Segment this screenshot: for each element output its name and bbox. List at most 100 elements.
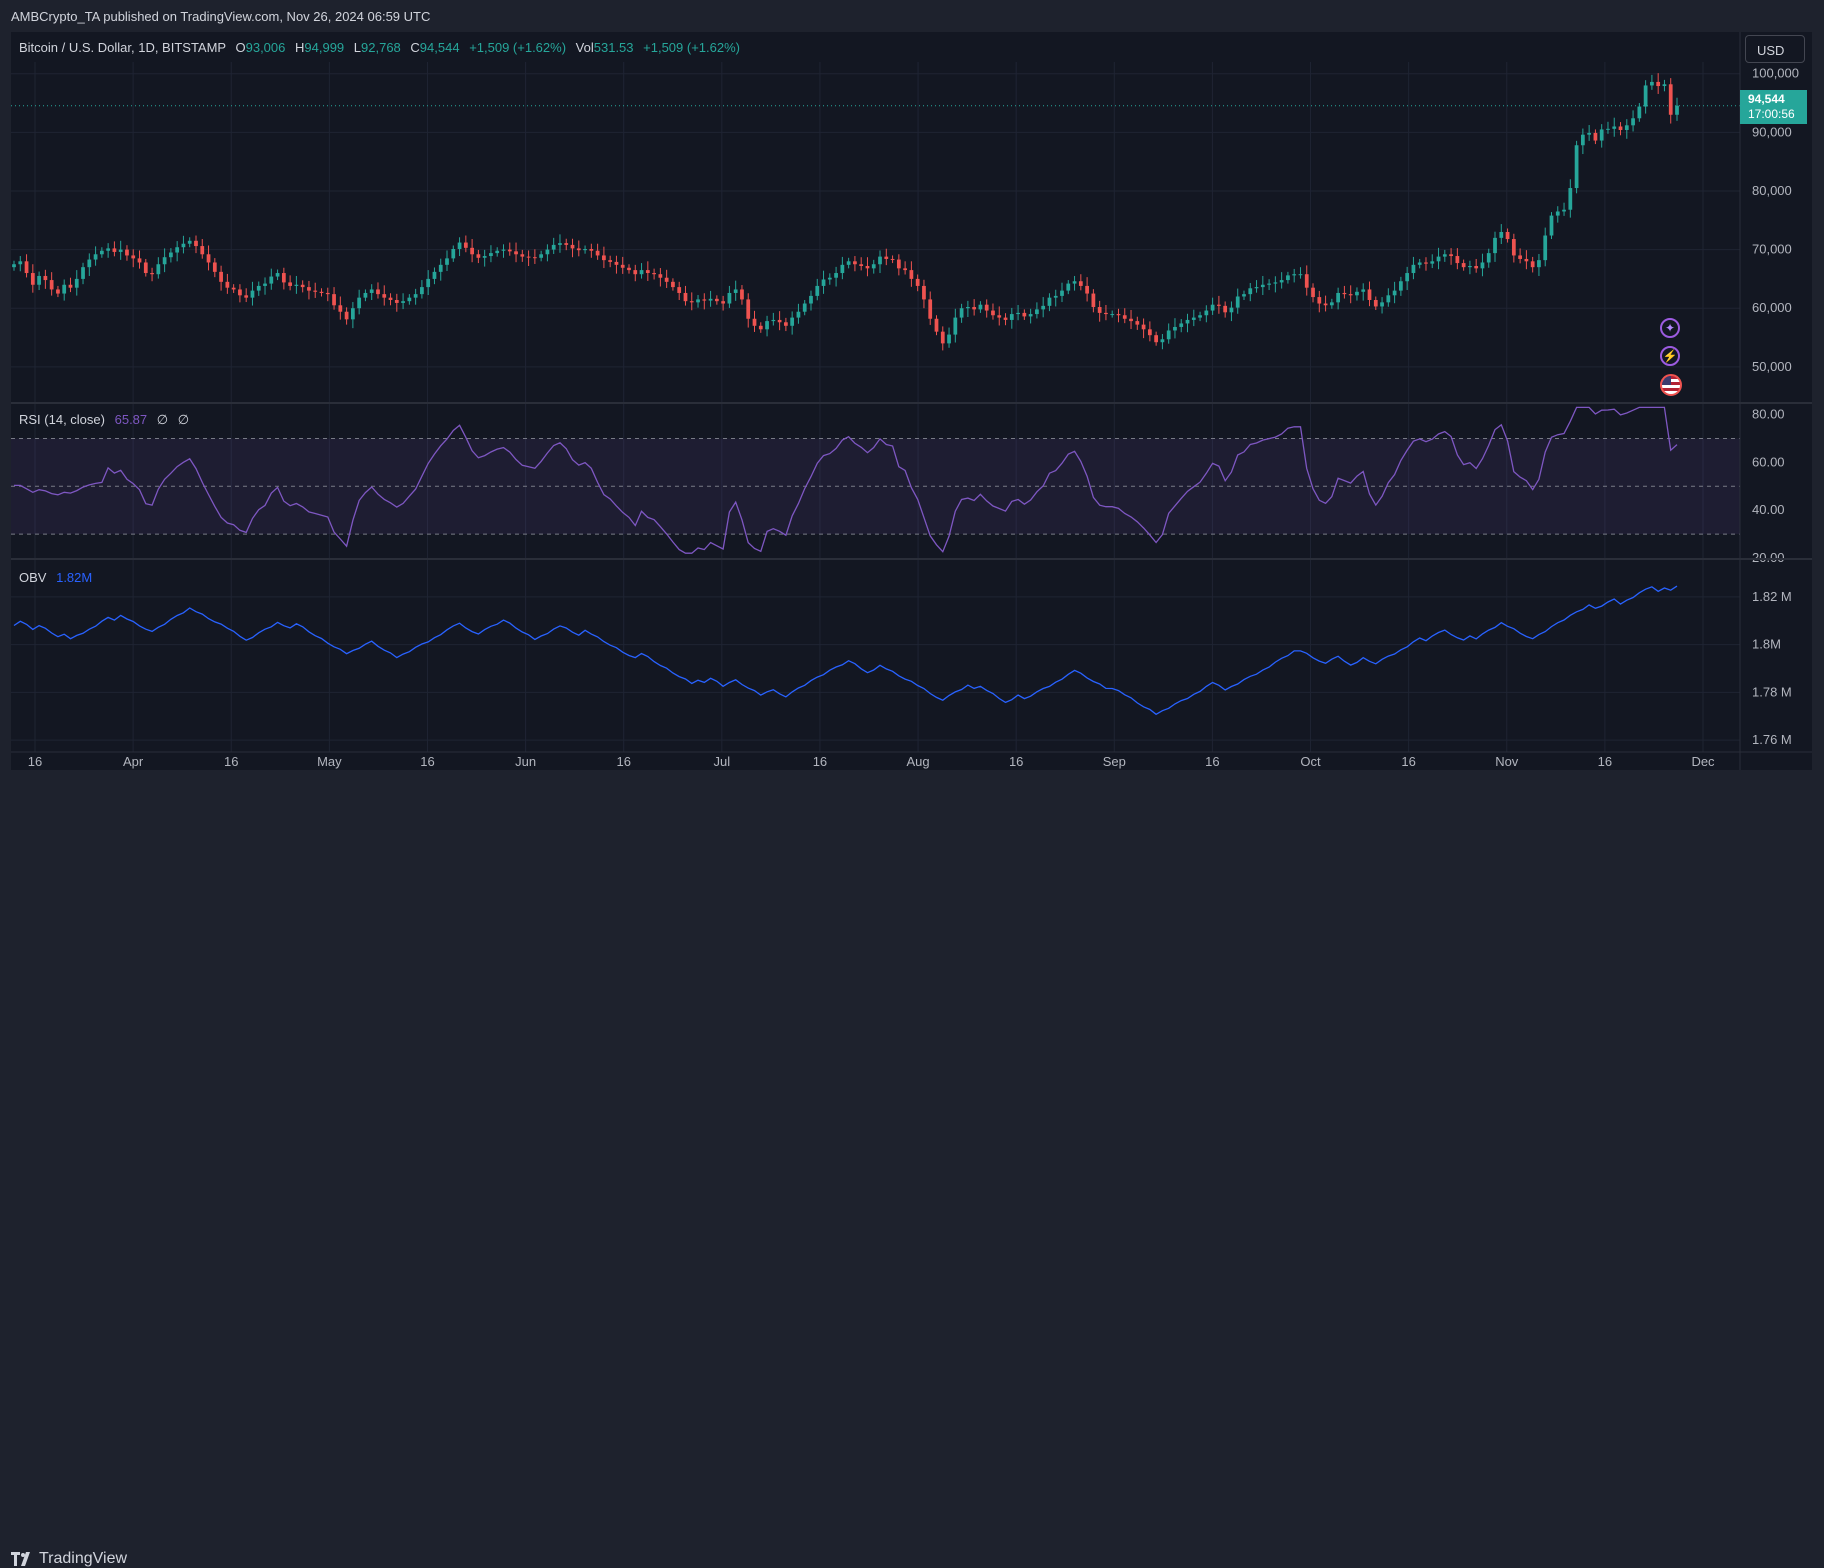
candle-body bbox=[112, 248, 117, 252]
candle-body bbox=[947, 334, 951, 344]
candle-body bbox=[1505, 232, 1510, 240]
candle-body bbox=[645, 270, 650, 274]
candle-body bbox=[1474, 266, 1479, 269]
event-icons[interactable]: ✦ ⚡ bbox=[1660, 318, 1684, 396]
rsi-tick-label: 80.00 bbox=[1752, 407, 1785, 422]
candle-body bbox=[87, 259, 92, 268]
candle-body bbox=[12, 264, 16, 268]
rsi-extra-2: ∅ bbox=[177, 412, 190, 427]
candle-body bbox=[376, 289, 380, 295]
obv-legend: OBV 1.82M bbox=[19, 570, 92, 585]
time-tick-label: 16 bbox=[1009, 754, 1023, 769]
candle-body bbox=[846, 261, 851, 265]
candle-body bbox=[1047, 297, 1052, 306]
us-flag-icon[interactable] bbox=[1660, 374, 1682, 396]
candle-body bbox=[1650, 81, 1654, 86]
candle-body bbox=[903, 268, 907, 271]
candle-body bbox=[476, 254, 481, 258]
candle-body bbox=[1656, 81, 1661, 87]
candle-body bbox=[702, 299, 707, 301]
time-tick-label: Aug bbox=[906, 754, 929, 769]
candle-body bbox=[263, 283, 267, 286]
time-tick-label: Jun bbox=[515, 754, 536, 769]
candle-body bbox=[125, 249, 129, 256]
low-value: 92,768 bbox=[361, 40, 401, 55]
candle-body bbox=[721, 301, 726, 304]
candle-body bbox=[482, 256, 487, 258]
candle-body bbox=[256, 285, 261, 291]
symbol-name: Bitcoin / U.S. Dollar, 1D, BITSTAMP bbox=[19, 40, 226, 55]
rsi-legend: RSI (14, close) 65.87 ∅ ∅ bbox=[19, 412, 189, 428]
candle-body bbox=[1260, 284, 1265, 288]
candle-body bbox=[1091, 293, 1096, 308]
candle-body bbox=[1129, 318, 1133, 322]
candle-body bbox=[332, 294, 336, 306]
candle-body bbox=[652, 273, 656, 275]
chart-svg[interactable]: 50,000 60,000 70,000 80,000 90,000 100,000 16 A… bbox=[0, 0, 1824, 809]
lightning-icon[interactable]: ⚡ bbox=[1660, 346, 1680, 366]
candle-body bbox=[1104, 312, 1108, 315]
price-tick-label: 100,000 bbox=[1752, 66, 1799, 81]
candle-body bbox=[871, 264, 876, 269]
price-tick-label: 60,000 bbox=[1752, 300, 1792, 315]
obv-line bbox=[13, 585, 1678, 716]
candle-body bbox=[156, 264, 161, 275]
high-label: H bbox=[295, 40, 305, 55]
candle-body bbox=[1537, 260, 1541, 268]
candle-body bbox=[1606, 128, 1610, 130]
candle-body bbox=[1311, 287, 1315, 298]
candle-body bbox=[175, 247, 180, 253]
candle-body bbox=[1235, 296, 1240, 308]
candle-body bbox=[1009, 314, 1014, 320]
candle-body bbox=[1204, 310, 1209, 316]
tradingview-logo[interactable]: TradingView bbox=[11, 1550, 127, 1568]
pane-separators bbox=[11, 32, 1812, 770]
currency-button[interactable]: USD bbox=[1745, 35, 1805, 63]
candle-body bbox=[1210, 304, 1215, 311]
bar-countdown: 17:00:56 bbox=[1748, 107, 1795, 121]
candle-body bbox=[671, 281, 675, 288]
candle-body bbox=[1323, 303, 1328, 306]
candle-body bbox=[1675, 105, 1679, 115]
candle-body bbox=[1442, 254, 1447, 257]
candle-body bbox=[683, 292, 688, 302]
candle-body bbox=[972, 307, 977, 310]
candle-body bbox=[81, 267, 85, 279]
candle-body bbox=[319, 291, 324, 293]
candle-body bbox=[909, 270, 914, 279]
candle-body bbox=[714, 298, 719, 302]
candle-body bbox=[219, 271, 223, 282]
rsi-tick-label: 20.00 bbox=[1752, 550, 1785, 565]
sparkle-icon[interactable]: ✦ bbox=[1660, 318, 1680, 338]
rsi-tick-label: 60.00 bbox=[1752, 454, 1785, 469]
candle-body bbox=[1468, 266, 1472, 268]
candle-body bbox=[1097, 307, 1102, 313]
time-tick-label: Oct bbox=[1300, 754, 1321, 769]
candle-body bbox=[238, 289, 242, 296]
high-value: 94,999 bbox=[304, 40, 345, 55]
candle-body bbox=[1060, 290, 1064, 296]
price-tick-label: 90,000 bbox=[1752, 124, 1792, 139]
candle-body bbox=[1279, 280, 1284, 283]
candle-body bbox=[777, 319, 782, 323]
candle-body bbox=[576, 248, 581, 251]
candle-body bbox=[74, 278, 79, 288]
candle-body bbox=[470, 247, 474, 255]
candle-body bbox=[740, 289, 744, 300]
candle-body bbox=[1631, 118, 1635, 126]
obv-label: OBV bbox=[19, 570, 47, 585]
candle-body bbox=[438, 264, 443, 272]
candle-body bbox=[300, 284, 305, 288]
candle-body bbox=[834, 273, 838, 278]
candle-body bbox=[18, 261, 23, 265]
candle-body bbox=[244, 295, 249, 298]
candle-body bbox=[639, 270, 644, 275]
candle-body bbox=[131, 255, 136, 259]
candle-body bbox=[388, 297, 393, 300]
time-tick-label: 16 bbox=[420, 754, 434, 769]
candle-body bbox=[1267, 283, 1271, 285]
price-tick-label: 80,000 bbox=[1752, 183, 1792, 198]
candle-body bbox=[1511, 239, 1516, 256]
candle-body bbox=[507, 249, 512, 252]
rsi-bands bbox=[11, 437, 1740, 535]
